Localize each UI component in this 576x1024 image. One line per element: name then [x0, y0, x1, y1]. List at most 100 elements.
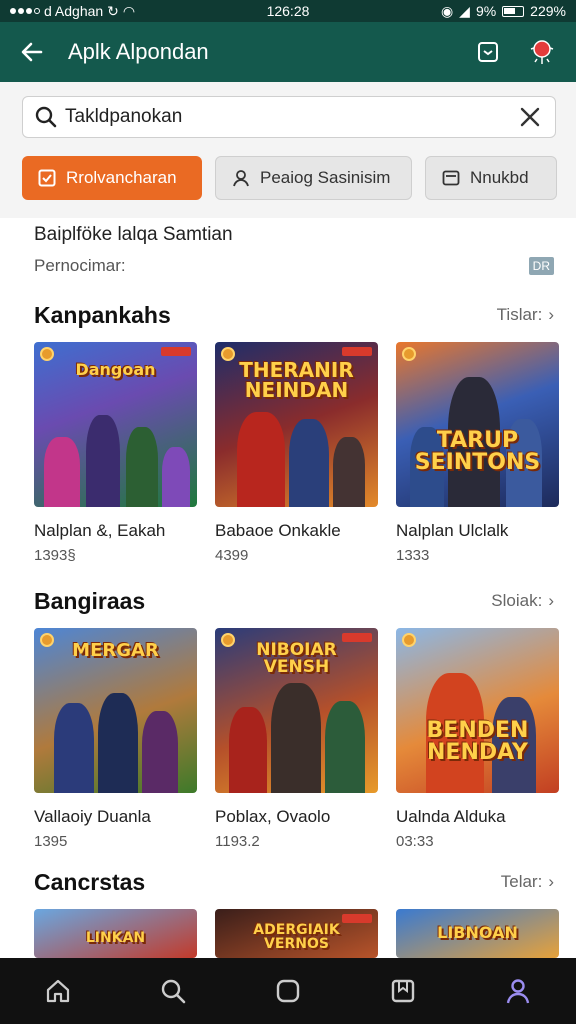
game-card[interactable]: LINKAN: [34, 909, 197, 958]
game-art-logo: MERGAR: [72, 640, 159, 661]
info-subline: Pernocimar:: [34, 256, 126, 275]
game-art-logo: THERANIR NEINDAN: [239, 358, 354, 402]
game-count: 1393§: [34, 547, 76, 564]
game-art-logo: BENDEN NENDAY: [426, 718, 529, 765]
clear-search-button[interactable]: [517, 104, 543, 130]
nav-profile[interactable]: [494, 967, 542, 1015]
chip-label: Peaiog Sasinisim: [260, 168, 391, 187]
see-all-link[interactable]: Tislar: ›: [497, 305, 554, 325]
game-card[interactable]: TARUP SEINTONS Nalplan Ulclalk 1333: [396, 342, 559, 564]
see-all-label: Telar:: [500, 872, 543, 891]
back-button[interactable]: [14, 34, 50, 70]
coin-icon: [40, 347, 54, 361]
balloon-icon: [530, 40, 554, 64]
game-card[interactable]: LIBNOAN: [396, 909, 559, 958]
see-all-link[interactable]: Sloiak: ›: [491, 591, 554, 611]
nav-search[interactable]: [149, 967, 197, 1015]
user-icon: [233, 170, 249, 187]
see-all-link[interactable]: Telar: ›: [501, 872, 554, 892]
game-count: 03:33: [396, 833, 434, 850]
square-icon: [276, 979, 300, 1003]
tag-icon: [161, 347, 191, 356]
game-thumbnail: MERGAR: [34, 628, 197, 793]
chevron-right-icon: ›: [548, 591, 554, 610]
game-title: Poblax, Ovaolo: [215, 807, 331, 826]
game-count: 1193.2: [215, 833, 260, 850]
game-thumbnail: Dangoan: [34, 342, 197, 507]
game-title: Nalplan &, Eakah: [34, 521, 166, 540]
game-title: Vallaoiy Duanla: [34, 807, 151, 826]
carrier-label: d Adghan: [44, 3, 104, 19]
arrow-left-icon: [21, 42, 43, 62]
chip-label: Rrolvancharan: [66, 168, 177, 187]
notification-button[interactable]: [522, 32, 562, 72]
game-card[interactable]: BENDEN NENDAY Ualnda Alduka 03:33: [396, 628, 559, 850]
battery-icon: [502, 5, 525, 17]
signal-percent: 9%: [475, 3, 497, 19]
game-card[interactable]: MERGAR Vallaoiy Duanla 1395: [34, 628, 197, 850]
game-title: Ualnda Alduka: [396, 807, 506, 826]
game-art-logo: NIBOIAR VENSH: [256, 640, 337, 677]
section-title: Cancrstas: [34, 868, 146, 895]
signal-dots-icon: [10, 8, 40, 14]
game-thumbnail: LIBNOAN: [396, 909, 559, 958]
close-icon: [520, 107, 540, 127]
location-icon: ◉: [440, 2, 454, 19]
coin-icon: [402, 633, 416, 647]
game-art-logo: Dangoan: [75, 360, 156, 379]
game-thumbnail: NIBOIAR VENSH: [215, 628, 378, 793]
see-all-label: Sloiak:: [491, 591, 543, 610]
game-thumbnail: ADERGIAIK VERNOS: [215, 909, 378, 958]
search-input[interactable]: [65, 106, 517, 128]
square-icon: [442, 170, 460, 186]
game-thumbnail: LINKAN: [34, 909, 197, 958]
tag-icon: [342, 347, 372, 356]
info-headline: Baiplföke lalqa Samtian: [34, 224, 233, 245]
nav-home[interactable]: [34, 967, 82, 1015]
chip-rrolvancharan[interactable]: Rrolvancharan: [22, 156, 202, 200]
coin-icon: [221, 347, 235, 361]
game-thumbnail: BENDEN NENDAY: [396, 628, 559, 793]
sync-icon: ↻: [107, 2, 119, 19]
game-count: 1395: [34, 833, 68, 850]
signal-icon: ◢: [459, 2, 470, 19]
search-icon: [161, 979, 186, 1004]
game-count: 4399: [215, 547, 249, 564]
game-title: Nalplan Ulclalk: [396, 521, 509, 540]
user-icon: [507, 979, 530, 1004]
wifi-icon: ◠: [122, 2, 136, 19]
status-bar: d Adghan ↻ ◠ 126:28 ◉ ◢ 9% 229%: [0, 0, 576, 22]
coin-icon: [402, 347, 416, 361]
game-art-logo: TARUP SEINTONS: [414, 428, 541, 475]
app-bar: Aplk Alpondan: [0, 22, 576, 82]
nav-saved[interactable]: [379, 967, 427, 1015]
info-block: Baiplföke lalqa Samtian Pernocimar: DR: [34, 224, 554, 276]
info-badge: DR: [528, 257, 554, 275]
game-art-logo: LINKAN: [85, 930, 146, 946]
chip-nnukbd[interactable]: Nnukbd: [425, 156, 557, 200]
game-card[interactable]: ADERGIAIK VERNOS: [215, 909, 378, 958]
page-title: Aplk Alpondan: [68, 39, 209, 64]
clock: 126:28: [266, 3, 310, 19]
home-icon: [46, 979, 69, 1003]
game-art-logo: LIBNOAN: [437, 923, 518, 942]
chevron-right-icon: ›: [548, 872, 554, 891]
bottom-nav: [0, 958, 576, 1024]
game-title: Babaoe Onkakle: [215, 521, 341, 540]
bookmark-icon: [478, 42, 498, 62]
game-art-logo: ADERGIAIK VERNOS: [253, 922, 340, 952]
tag-icon: [342, 633, 372, 642]
bookmark-icon: [391, 979, 415, 1003]
game-card[interactable]: NIBOIAR VENSH Poblax, Ovaolo 1193.2: [215, 628, 378, 850]
search-area: Rrolvancharan Peaiog Sasinisim Nnukbd: [0, 82, 576, 218]
game-thumbnail: TARUP SEINTONS: [396, 342, 559, 507]
nav-library[interactable]: [264, 967, 312, 1015]
chip-label: Nnukbd: [470, 168, 529, 187]
tag-icon: [342, 914, 372, 923]
game-card[interactable]: Dangoan Nalplan &, Eakah 1393§: [34, 342, 197, 564]
game-count: 1333: [396, 547, 430, 564]
bookmark-button[interactable]: [468, 32, 508, 72]
section-title: Kanpankahs: [34, 301, 171, 328]
game-card[interactable]: THERANIR NEINDAN Babaoe Onkakle 4399: [215, 342, 378, 564]
chip-peaiog-sasinisim[interactable]: Peaiog Sasinisim: [215, 156, 412, 200]
